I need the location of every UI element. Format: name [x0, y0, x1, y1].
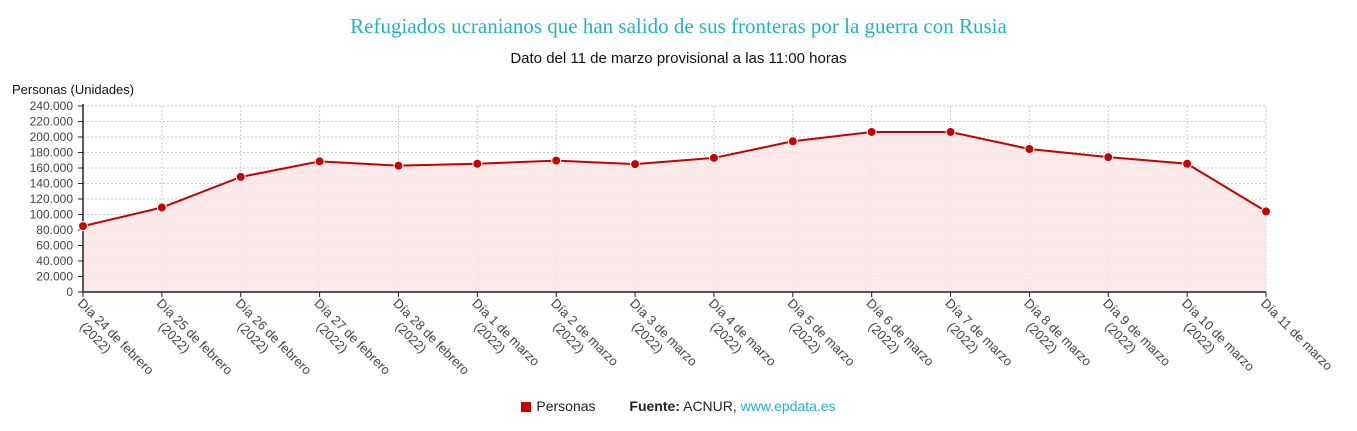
x-tick-label: Día 26 de febrero(2022) — [222, 296, 315, 389]
y-tick-label: 120.000 — [30, 192, 74, 206]
x-tick-label: Día 9 de marzo(2022) — [1090, 296, 1174, 380]
data-point — [551, 155, 562, 166]
data-point — [708, 152, 719, 163]
legend-series-label: Personas — [536, 398, 596, 414]
data-point — [1024, 144, 1035, 155]
x-tick-label: Día 5 de marzo(2022) — [774, 296, 858, 380]
y-tick-label: 140.000 — [30, 177, 74, 191]
y-tick-label: 200.000 — [30, 130, 74, 144]
data-point — [314, 156, 325, 167]
data-point — [1103, 152, 1114, 163]
x-tick-label: Día 3 de marzo(2022) — [616, 296, 700, 380]
x-tick-label: Día 25 de febrero(2022) — [143, 296, 236, 389]
data-point — [1182, 158, 1193, 169]
y-tick-label: 220.000 — [30, 115, 74, 129]
data-point — [393, 160, 404, 171]
data-point — [78, 221, 88, 232]
y-tick-label: 60.000 — [36, 239, 73, 253]
data-point — [472, 158, 483, 169]
y-tick-label: 20.000 — [36, 270, 73, 284]
x-tick-label: Día 4 de marzo(2022) — [695, 296, 779, 380]
x-tick-label: Día 11 de marzo — [1258, 296, 1336, 374]
y-tick-label: 80.000 — [36, 223, 73, 237]
source-label: Fuente: — [629, 398, 680, 414]
data-point — [787, 136, 798, 147]
y-tick-label: 40.000 — [36, 254, 73, 268]
y-tick-label: 240.000 — [30, 99, 74, 113]
y-tick-label: 100.000 — [30, 208, 74, 222]
legend-swatch — [521, 402, 532, 412]
x-tick-label: Día 10 de marzo(2022) — [1168, 296, 1257, 385]
source-link[interactable]: www.epdata.es — [741, 398, 836, 414]
y-tick-labels: 020.00040.00060.00080.000100.000120.0001… — [30, 99, 74, 299]
y-axis-label: Personas (Unidades) — [12, 82, 134, 97]
x-tick-label: Día 2 de marzo(2022) — [537, 296, 621, 380]
x-tick-label: Día 7 de marzo(2022) — [932, 296, 1016, 380]
data-point — [1261, 206, 1271, 217]
data-point — [156, 202, 167, 213]
y-tick-label: 0 — [66, 285, 73, 299]
area-chart: Personas (Unidades) 020.000 40.00060.000 8… — [12, 82, 1336, 389]
x-tick-labels: Día 24 de febrero(2022) Día 25 de febrero… — [64, 296, 1336, 389]
data-point — [866, 126, 877, 137]
y-tick-label: 180.000 — [30, 146, 74, 160]
source-text: ACNUR, — [679, 398, 741, 414]
data-point — [945, 126, 956, 137]
x-tick-label: Día 8 de marzo(2022) — [1011, 296, 1095, 380]
data-point — [235, 171, 246, 182]
legend: Personas Fuente: ACNUR, www.epdata.es — [0, 398, 1357, 414]
x-tick-label: Día 28 de febrero(2022) — [380, 296, 473, 389]
x-tick-label: Día 27 de febrero(2022) — [301, 296, 394, 389]
data-point — [630, 159, 641, 170]
y-tick-label: 160.000 — [30, 161, 74, 175]
x-tick-label-line: Día 11 de marzo — [1258, 296, 1336, 374]
x-tick-label: Día 6 de marzo(2022) — [853, 296, 937, 380]
x-tick-label: Día 24 de febrero(2022) — [64, 296, 157, 389]
